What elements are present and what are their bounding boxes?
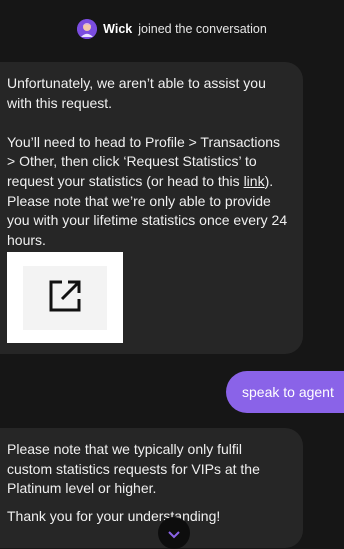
- external-link-icon: [48, 279, 82, 319]
- bot-message-paragraph: Unfortunately, we aren’t able to assist …: [7, 75, 266, 111]
- joined-text: joined the conversation: [138, 22, 267, 36]
- bot-message-bubble: Unfortunately, we aren’t able to assist …: [0, 62, 303, 354]
- scroll-to-bottom-button[interactable]: [158, 517, 190, 549]
- bot-message-text: You’ll need to head to Profile > Transac…: [7, 133, 281, 189]
- bot-message-paragraph: Thank you for your understanding!: [7, 507, 221, 524]
- bot-message-bubble: Please note that we typically only fulfi…: [0, 428, 303, 548]
- agent-joined-notice: Wick joined the conversation: [0, 18, 344, 40]
- chevron-down-icon: [168, 526, 180, 544]
- user-message-text: speak to agent: [242, 384, 334, 400]
- link-preview-thumbnail: [23, 266, 107, 331]
- link-preview-card[interactable]: [7, 252, 123, 344]
- bot-message-paragraph: You’ll need to head to Profile > Transac…: [7, 133, 289, 251]
- agent-avatar-icon: [77, 19, 98, 39]
- agent-name: Wick: [103, 22, 133, 36]
- statistics-link[interactable]: link: [244, 173, 265, 189]
- bot-message-paragraph: Please note that we typically only fulfi…: [7, 441, 260, 497]
- user-message-bubble: speak to agent: [226, 371, 344, 413]
